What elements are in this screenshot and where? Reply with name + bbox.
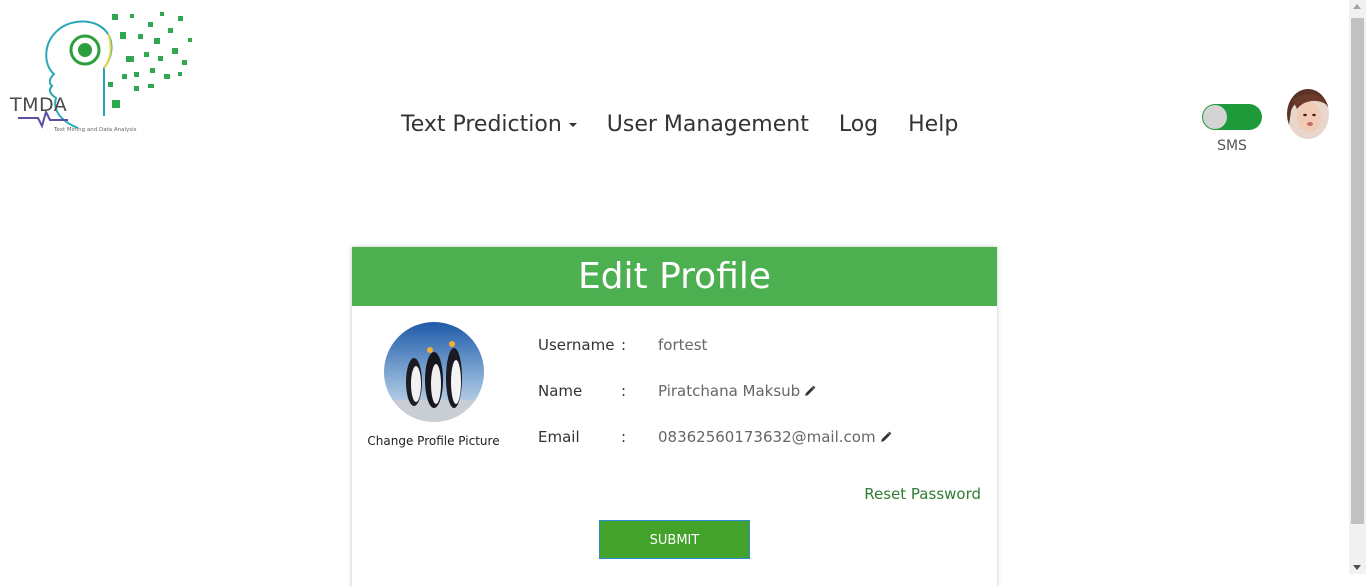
email-value: 08362560173632@mail.com — [658, 428, 876, 446]
email-value-wrap: 08362560173632@mail.com — [658, 428, 892, 446]
username-label: Username — [538, 336, 615, 354]
profile-picture[interactable] — [384, 322, 484, 422]
name-label: Name — [538, 382, 583, 400]
logo-graphic — [18, 12, 192, 129]
edit-email-pencil-icon[interactable] — [880, 431, 892, 443]
logo-subtitle: Text Mining and Data Analysis — [54, 127, 137, 133]
email-colon: : — [621, 428, 627, 446]
nav-help[interactable]: Help — [908, 112, 958, 137]
username-value: fortest — [658, 336, 708, 354]
scroll-up-icon[interactable] — [1353, 4, 1361, 9]
change-profile-picture-link[interactable]: Change Profile Picture — [352, 434, 515, 448]
sms-toggle[interactable] — [1202, 104, 1262, 130]
nav-log[interactable]: Log — [839, 112, 878, 137]
edit-name-pencil-icon[interactable] — [804, 385, 816, 397]
name-value: Piratchana Maksub — [658, 382, 801, 400]
caret-down-icon — [568, 122, 577, 127]
profile-picture-image — [384, 322, 484, 422]
edit-profile-card: Edit Profile Change Profile Picture User… — [352, 247, 997, 587]
name-colon: : — [621, 382, 627, 400]
nav-text-prediction-label: Text Prediction — [401, 111, 562, 137]
avatar-image — [1287, 89, 1329, 139]
scroll-down-icon[interactable] — [1353, 565, 1361, 570]
submit-button[interactable]: SUBMIT — [599, 520, 750, 559]
logo-text: TMDA — [10, 94, 68, 116]
app-logo[interactable]: TMDA Text Mining and Data Analysis — [8, 8, 214, 138]
page-scrollbar[interactable] — [1349, 0, 1366, 574]
main-nav: Text Prediction User Management Log Help — [401, 108, 988, 140]
username-colon: : — [621, 336, 627, 354]
toggle-knob — [1203, 105, 1227, 129]
scroll-thumb[interactable] — [1351, 18, 1364, 524]
nav-text-prediction[interactable]: Text Prediction — [401, 112, 577, 137]
name-value-wrap: Piratchana Maksub — [658, 382, 816, 400]
email-label: Email — [538, 428, 580, 446]
sms-toggle-label: SMS — [1217, 138, 1247, 154]
user-avatar[interactable] — [1287, 89, 1329, 139]
reset-password-link[interactable]: Reset Password — [864, 485, 981, 503]
card-title: Edit Profile — [352, 247, 997, 306]
nav-user-management[interactable]: User Management — [607, 112, 809, 137]
